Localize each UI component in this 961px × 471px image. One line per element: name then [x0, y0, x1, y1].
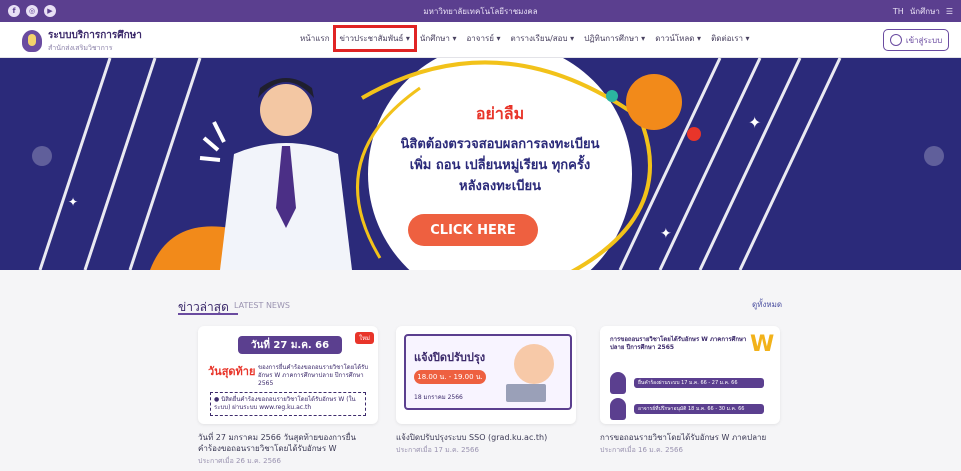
banner-line-3: หลังลงทะเบียน: [459, 179, 541, 194]
news-section: ข่าวล่าสุด LATEST NEWS ดูทั้งหมด ใหม่ วั…: [0, 270, 961, 471]
thumb-last-day: วันสุดท้าย: [208, 365, 256, 378]
main-nav: ระบบบริการการศึกษา สำนักส่งเสริมวิชาการ …: [0, 22, 961, 58]
top-bar: f ◎ ▶ มหาวิทยาลัยเทคโนโลยีราชมงคล TH นัก…: [0, 0, 961, 22]
nav-item-students[interactable]: นักศึกษา ▾: [420, 32, 457, 45]
thumb-row-1: ยื่นคำร้องผ่านระบบ 17 ม.ค. 66 - 27 ม.ค. …: [634, 378, 764, 388]
news-card-2-meta: ประกาศเมื่อ 17 ม.ค. 2566: [396, 446, 479, 454]
svg-text:✦: ✦: [748, 113, 761, 132]
thumb-date: 18 มกราคม 2566: [414, 394, 463, 401]
login-button[interactable]: เข้าสู่ระบบ: [883, 29, 949, 51]
click-here-button[interactable]: CLICK HERE: [408, 214, 538, 246]
banner-line-1: นิสิตต้องตรวจสอบผลการลงทะเบียน: [400, 137, 600, 152]
banner-line-2: เพิ่ม ถอน เปลี่ยนหมู่เรียน ทุกครั้ง: [409, 158, 591, 173]
person-illustration-icon: [514, 344, 554, 384]
news-card-3-thumbnail[interactable]: การขอถอนรายวิชาโดยได้รับอักษร W ภาคการศึ…: [600, 326, 780, 424]
new-badge: ใหม่: [355, 332, 374, 344]
thumb-title: การขอถอนรายวิชาโดยได้รับอักษร W ภาคการศึ…: [610, 336, 747, 351]
svg-text:✦: ✦: [68, 195, 78, 209]
news-underline: [178, 313, 238, 315]
hamburger-icon[interactable]: ☰: [946, 7, 953, 16]
banner-prev-arrow[interactable]: [32, 146, 52, 166]
youtube-icon[interactable]: ▶: [44, 5, 56, 17]
nav-item-calendar[interactable]: ปฏิทินการศึกษา ▾: [584, 32, 645, 45]
nav-item-download[interactable]: ดาวน์โหลด ▾: [655, 32, 701, 45]
nav-item-schedule[interactable]: ตารางเรียน/สอบ ▾: [511, 32, 575, 45]
user-label[interactable]: นักศึกษา: [910, 5, 940, 18]
news-card-2-thumbnail[interactable]: แจ้งปิดปรับปรุง 18.00 น. - 19.00 น. 18 ม…: [396, 326, 576, 424]
news-card-3-title[interactable]: การขอถอนรายวิชาโดยได้รับอักษร W ภาคปลาย: [600, 432, 780, 443]
nav-menu: หน้าแรก ข่าวประชาสัมพันธ์ ▾ นักศึกษา ▾ อ…: [300, 25, 750, 52]
instagram-icon[interactable]: ◎: [26, 5, 38, 17]
thumb-row-2: อาจารย์ที่ปรึกษาอนุมัติ 18 ม.ค. 66 - 30 …: [634, 404, 764, 414]
thumb-date: วันที่ 27 ม.ค. 66: [238, 336, 342, 354]
facebook-icon[interactable]: f: [8, 5, 20, 17]
thumb-time-pill: 18.00 น. - 19.00 น.: [414, 370, 486, 384]
student-figure-icon: [610, 372, 626, 394]
top-bar-text: มหาวิทยาลัยเทคโนโลยีราชมงคล: [423, 6, 538, 16]
banner-message: นิสิตต้องตรวจสอบผลการลงทะเบียน เพิ่ม ถอน…: [370, 134, 630, 197]
university-emblem-icon: [22, 30, 42, 52]
user-icon: [889, 34, 902, 46]
news-card-3[interactable]: การขอถอนรายวิชาโดยได้รับอักษร W ภาคการศึ…: [600, 326, 780, 456]
nav-item-news[interactable]: ข่าวประชาสัมพันธ์ ▾: [332, 25, 417, 52]
thumb-note: ● นิสิตยื่นคำร้องขอถอนรายวิชาโดยได้รับอั…: [210, 392, 366, 416]
laptop-icon: [506, 384, 546, 402]
thumb-description: ของการยื่นคำร้องขอถอนรายวิชาโดยได้รับอัก…: [258, 364, 369, 387]
news-card-1-title[interactable]: วันที่ 27 มกราคม 2566 วันสุดท้ายของการยื…: [198, 432, 378, 454]
news-card-3-meta: ประกาศเมื่อ 16 ม.ค. 2566: [600, 446, 683, 454]
banner-headline: อย่าลืม: [475, 104, 525, 123]
nav-item-contact[interactable]: ติดต่อเรา ▾: [711, 32, 749, 45]
news-card-1-meta: ประกาศเมื่อ 26 ม.ค. 2566: [198, 457, 281, 465]
logo-title: ระบบบริการการศึกษา: [48, 30, 142, 41]
top-bar-right: TH นักศึกษา ☰: [893, 5, 953, 18]
presenter-figure: [220, 78, 352, 270]
logo-subtitle: สำนักส่งเสริมวิชาการ: [48, 44, 113, 52]
news-view-all-link[interactable]: ดูทั้งหมด: [752, 298, 782, 311]
thumb-w-letter: W: [750, 332, 775, 357]
news-card-1-thumbnail[interactable]: ใหม่ วันที่ 27 ม.ค. 66 วันสุดท้าย ของการ…: [198, 326, 378, 424]
social-links: f ◎ ▶: [8, 5, 56, 17]
nav-item-lecturers[interactable]: อาจารย์ ▾: [466, 32, 500, 45]
thumb-heading: แจ้งปิดปรับปรุง: [414, 351, 486, 364]
svg-text:✦: ✦: [660, 226, 672, 242]
news-card-2[interactable]: แจ้งปิดปรับปรุง 18.00 น. - 19.00 น. 18 ม…: [396, 326, 576, 456]
site-logo[interactable]: ระบบบริการการศึกษา สำนักส่งเสริมวิชาการ: [22, 28, 142, 54]
language-switch[interactable]: TH: [893, 7, 904, 16]
news-card-2-title[interactable]: แจ้งปิดปรับปรุงระบบ SSO (grad.ku.ac.th): [396, 432, 576, 443]
news-subtitle: LATEST NEWS: [234, 301, 290, 310]
banner-next-arrow[interactable]: [924, 146, 944, 166]
login-label: เข้าสู่ระบบ: [905, 35, 943, 45]
nav-item-home[interactable]: หน้าแรก: [300, 32, 330, 45]
advisor-figure-icon: [610, 398, 626, 420]
news-card-1[interactable]: ใหม่ วันที่ 27 ม.ค. 66 วันสุดท้าย ของการ…: [198, 326, 378, 467]
